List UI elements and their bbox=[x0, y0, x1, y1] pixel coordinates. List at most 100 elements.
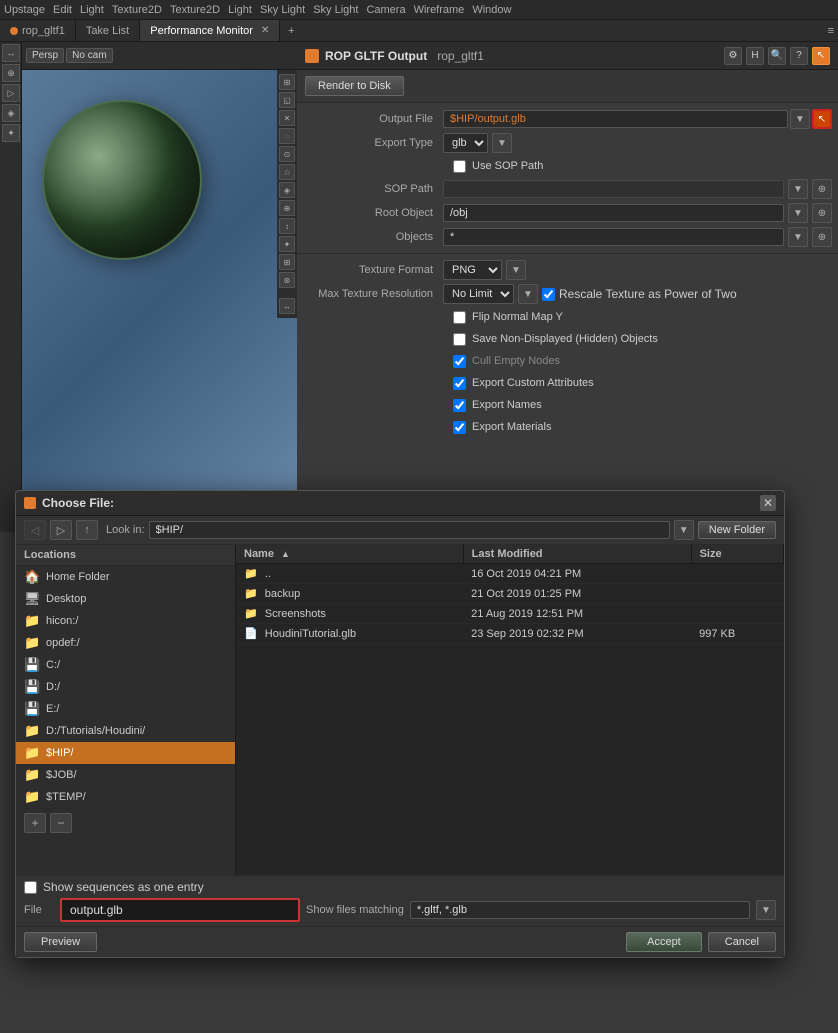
cam-button[interactable]: No cam bbox=[66, 48, 112, 63]
side-icon-9[interactable]: ↕ bbox=[279, 218, 295, 234]
side-icon-1[interactable]: ⊞ bbox=[279, 74, 295, 90]
file-row-houdini-tutorial[interactable]: 📄 HoudiniTutorial.glb 23 Sep 2019 02:32 … bbox=[236, 624, 784, 644]
menu-window[interactable]: Window bbox=[472, 4, 511, 16]
file-text-input[interactable] bbox=[60, 898, 300, 922]
show-sequences-label[interactable]: Show sequences as one entry bbox=[43, 880, 204, 894]
side-icon-10[interactable]: ✦ bbox=[279, 236, 295, 252]
side-icon-2[interactable]: ◱ bbox=[279, 92, 295, 108]
loc-d-drive[interactable]: 💾 D:/ bbox=[16, 676, 235, 698]
cull-empty-checkbox[interactable] bbox=[453, 355, 466, 368]
loc-temp[interactable]: 📁 $TEMP/ bbox=[16, 786, 235, 808]
loc-hicon[interactable]: 📁 hicon:/ bbox=[16, 610, 235, 632]
search-icon[interactable]: 🔍 bbox=[768, 47, 786, 65]
root-object-arrow-icon[interactable]: ▼ bbox=[788, 203, 808, 223]
export-custom-checkbox[interactable] bbox=[453, 377, 466, 390]
preview-button[interactable]: Preview bbox=[24, 932, 97, 952]
texture-format-select[interactable]: PNG JPEG bbox=[443, 260, 502, 280]
use-sop-path-checkbox[interactable] bbox=[453, 160, 466, 173]
lt-icon-4[interactable]: ◈ bbox=[2, 104, 20, 122]
cancel-button[interactable]: Cancel bbox=[708, 932, 776, 952]
sop-path-input[interactable] bbox=[443, 180, 784, 198]
sop-path-arrow-icon[interactable]: ▼ bbox=[788, 179, 808, 199]
h-icon[interactable]: H bbox=[746, 47, 764, 65]
nav-up-button[interactable]: ↑ bbox=[76, 520, 98, 540]
filter-dropdown-icon[interactable]: ▼ bbox=[756, 900, 776, 920]
cull-empty-label[interactable]: Cull Empty Nodes bbox=[472, 355, 560, 367]
max-texture-select[interactable]: No Limit 256 512 1024 2048 4096 bbox=[443, 284, 514, 304]
side-icon-7[interactable]: ◈ bbox=[279, 182, 295, 198]
pointer-icon[interactable]: ↖ bbox=[812, 47, 830, 65]
menu-light2[interactable]: Light bbox=[228, 4, 252, 16]
loc-opdef[interactable]: 📁 opdef:/ bbox=[16, 632, 235, 654]
accept-button[interactable]: Accept bbox=[626, 932, 702, 952]
side-icon-11[interactable]: ⊞ bbox=[279, 254, 295, 270]
save-non-displayed-checkbox[interactable] bbox=[453, 333, 466, 346]
menu-camera[interactable]: Camera bbox=[366, 4, 405, 16]
rescale-checkbox[interactable] bbox=[542, 288, 555, 301]
loc-c-drive[interactable]: 💾 C:/ bbox=[16, 654, 235, 676]
menu-upstage[interactable]: Upstage bbox=[4, 4, 45, 16]
look-in-dropdown-icon[interactable]: ▼ bbox=[674, 520, 694, 540]
export-type-arrow-icon[interactable]: ▼ bbox=[492, 133, 512, 153]
lt-icon-2[interactable]: ⊕ bbox=[2, 64, 20, 82]
persp-button[interactable]: Persp bbox=[26, 48, 64, 63]
flip-normal-label[interactable]: Flip Normal Map Y bbox=[472, 311, 563, 323]
rescale-label[interactable]: Rescale Texture as Power of Two bbox=[559, 287, 737, 301]
show-sequences-checkbox[interactable] bbox=[24, 881, 37, 894]
new-folder-button[interactable]: New Folder bbox=[698, 521, 776, 539]
flip-normal-checkbox[interactable] bbox=[453, 311, 466, 324]
export-materials-label[interactable]: Export Materials bbox=[472, 421, 551, 433]
loc-tutorials[interactable]: 📁 D:/Tutorials/Houdini/ bbox=[16, 720, 235, 742]
texture-format-arrow-icon[interactable]: ▼ bbox=[506, 260, 526, 280]
export-materials-checkbox[interactable] bbox=[453, 421, 466, 434]
sop-path-icon2[interactable]: ⊕ bbox=[812, 179, 832, 199]
export-custom-label[interactable]: Export Custom Attributes bbox=[472, 377, 594, 389]
col-size[interactable]: Size bbox=[691, 545, 783, 564]
side-icon-3[interactable]: ✕ bbox=[279, 110, 295, 126]
look-in-input[interactable] bbox=[149, 521, 670, 539]
output-file-browse-icon[interactable]: ↖ bbox=[812, 109, 832, 129]
side-icon-5[interactable]: ⊙ bbox=[279, 146, 295, 162]
side-icon-8[interactable]: ⊕ bbox=[279, 200, 295, 216]
col-modified[interactable]: Last Modified bbox=[463, 545, 691, 564]
render-to-disk-button[interactable]: Render to Disk bbox=[305, 76, 404, 96]
menu-wireframe[interactable]: Wireframe bbox=[414, 4, 465, 16]
loc-job[interactable]: 📁 $JOB/ bbox=[16, 764, 235, 786]
objects-arrow-icon[interactable]: ▼ bbox=[788, 227, 808, 247]
tab-take-list[interactable]: Take List bbox=[76, 20, 140, 41]
help-icon[interactable]: ? bbox=[790, 47, 808, 65]
tab-add-button[interactable]: + bbox=[280, 20, 302, 41]
side-icon-12[interactable]: ⊛ bbox=[279, 272, 295, 288]
export-names-label[interactable]: Export Names bbox=[472, 399, 542, 411]
loc-e-drive[interactable]: 💾 E:/ bbox=[16, 698, 235, 720]
nav-forward-button[interactable]: ▷ bbox=[50, 520, 72, 540]
loc-desktop[interactable]: 🖥 Desktop bbox=[16, 588, 235, 610]
tab-performance-monitor[interactable]: Performance Monitor ✕ bbox=[140, 20, 280, 41]
col-name[interactable]: Name ▲ bbox=[236, 545, 463, 564]
max-texture-arrow-icon[interactable]: ▼ bbox=[518, 284, 538, 304]
save-non-displayed-label[interactable]: Save Non-Displayed (Hidden) Objects bbox=[472, 333, 658, 345]
tab-rop-gltf1[interactable]: rop_gltf1 bbox=[0, 20, 76, 41]
dialog-close-button[interactable]: ✕ bbox=[760, 495, 776, 511]
use-sop-path-label[interactable]: Use SOP Path bbox=[472, 160, 543, 172]
filter-input[interactable] bbox=[410, 901, 750, 919]
menu-edit[interactable]: Edit bbox=[53, 4, 72, 16]
side-icon-4[interactable]: ◌ bbox=[279, 128, 295, 144]
root-object-icon2[interactable]: ⊕ bbox=[812, 203, 832, 223]
tab-close-icon[interactable]: ✕ bbox=[261, 25, 269, 36]
menu-skylight[interactable]: Sky Light bbox=[260, 4, 305, 16]
root-object-input[interactable] bbox=[443, 204, 784, 222]
loc-remove-button[interactable]: − bbox=[50, 813, 72, 833]
lt-icon-5[interactable]: ✦ bbox=[2, 124, 20, 142]
menu-texture[interactable]: Texture2D bbox=[112, 4, 162, 16]
nav-back-button[interactable]: ◁ bbox=[24, 520, 46, 540]
lt-icon-3[interactable]: ▷ bbox=[2, 84, 20, 102]
output-file-arrow-icon[interactable]: ▼ bbox=[790, 109, 810, 129]
objects-icon2[interactable]: ⊕ bbox=[812, 227, 832, 247]
file-row-dotdot[interactable]: 📁 .. 16 Oct 2019 04:21 PM bbox=[236, 564, 784, 584]
file-row-screenshots[interactable]: 📁 Screenshots 21 Aug 2019 12:51 PM bbox=[236, 604, 784, 624]
menu-light[interactable]: Light bbox=[80, 4, 104, 16]
export-type-select[interactable]: glb gltf bbox=[443, 133, 488, 153]
menu-skylight2[interactable]: Sky Light bbox=[313, 4, 358, 16]
lt-icon-1[interactable]: ↔ bbox=[2, 44, 20, 62]
